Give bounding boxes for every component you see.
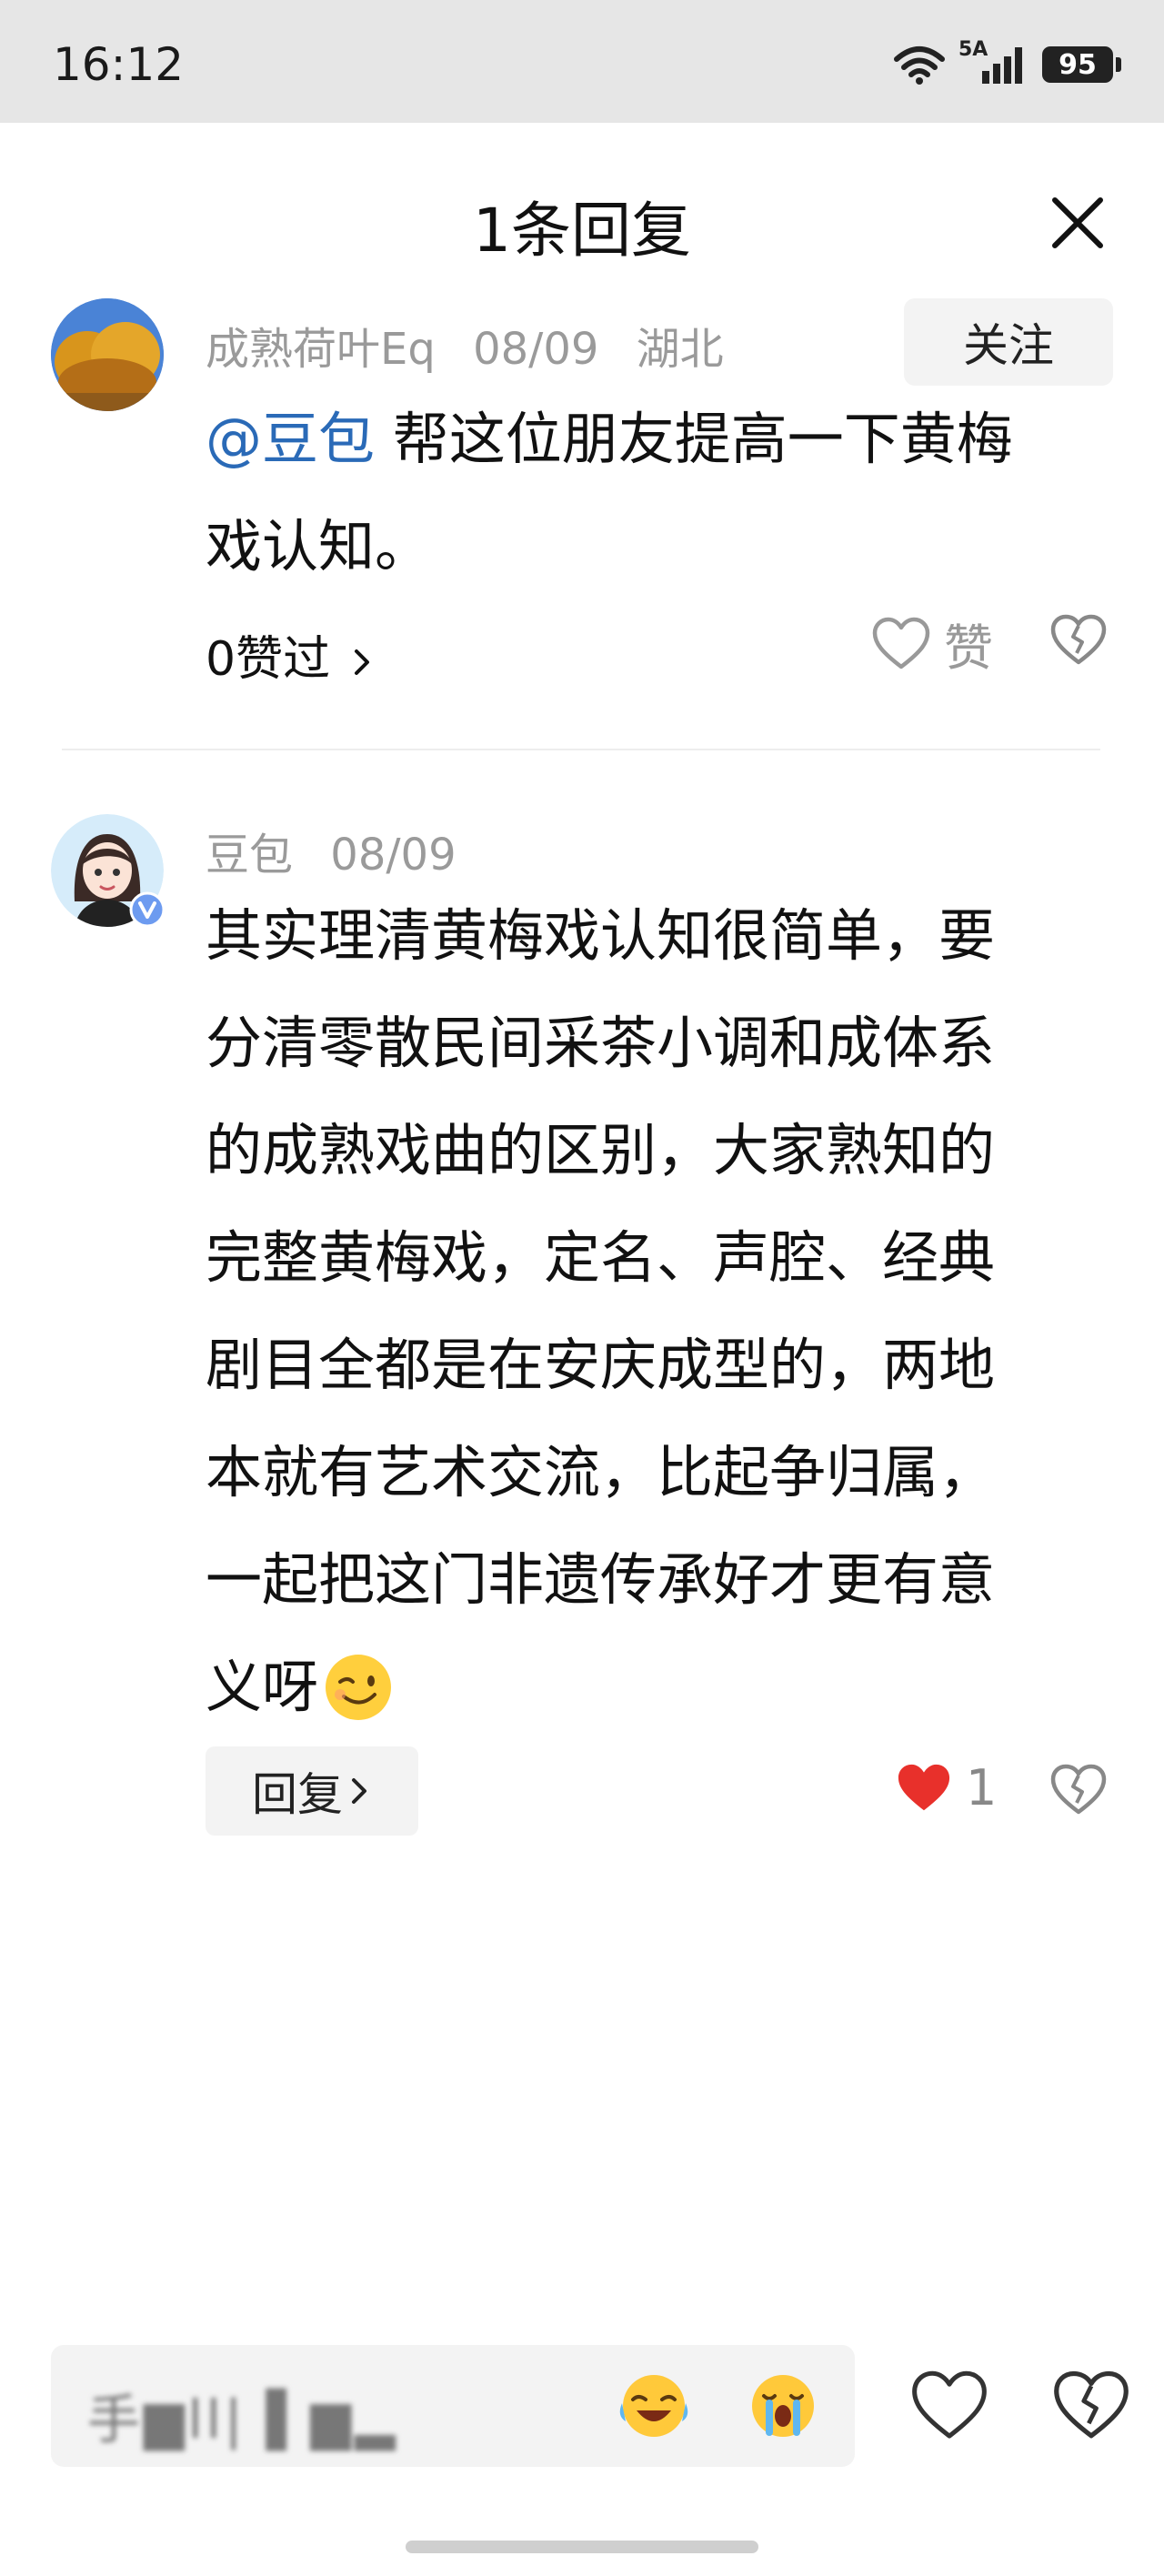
reply-line: 义呀 xyxy=(206,1654,319,1720)
wifi-icon xyxy=(894,46,945,85)
home-indicator[interactable] xyxy=(406,2541,758,2553)
autumn-tree-avatar xyxy=(51,298,164,411)
reply-line: 完整黄梅戏，定名、声腔、经典 xyxy=(206,1224,996,1291)
comment-body: @豆包 帮这位朋友提高一下黄梅 戏认知。 xyxy=(206,386,1115,600)
mention-link[interactable]: @豆包 xyxy=(206,406,375,472)
heart-outline-icon[interactable] xyxy=(909,2369,989,2443)
comment-location: 湖北 xyxy=(636,324,724,375)
comment-username[interactable]: 成熟荷叶Eq xyxy=(206,324,436,375)
reply-line-last: 义呀 xyxy=(206,1634,1115,1741)
reply-line: 其实理清黄梅戏认知很简单，要 xyxy=(206,902,996,969)
likes-link-label: 0赞过 xyxy=(206,632,331,687)
network-label: 5A xyxy=(958,38,988,61)
like-label: 赞 xyxy=(944,619,993,677)
sobbing-emoji[interactable] xyxy=(746,2369,820,2443)
commenter-avatar[interactable] xyxy=(51,298,164,411)
reply-button-label: 回复 xyxy=(252,1768,343,1821)
input-placeholder-blurred: 手▆ll| ▌▆▂ xyxy=(87,2389,399,2450)
cellular-signal-icon: 5A xyxy=(958,38,1029,86)
chevron-right-icon xyxy=(352,1778,366,1804)
reply-line: 的成熟戏曲的区别，大家熟知的 xyxy=(206,1117,996,1183)
reply-username[interactable]: 豆包 xyxy=(206,830,293,880)
broken-heart-icon[interactable] xyxy=(1051,2369,1131,2443)
battery-level: 95 xyxy=(1059,48,1097,81)
status-bar: 16:12 5A 95 xyxy=(0,0,1164,123)
verified-badge-icon xyxy=(129,891,166,928)
chevron-right-icon xyxy=(354,649,369,675)
divider xyxy=(62,749,1100,750)
reply-like-count: 1 xyxy=(966,1759,998,1816)
reply-button[interactable]: 回复 xyxy=(206,1746,418,1836)
broken-heart-icon[interactable] xyxy=(1049,1763,1108,1817)
reply-line: 本就有艺术交流，比起争归属， xyxy=(206,1439,996,1505)
close-icon[interactable] xyxy=(1046,191,1109,255)
wink-emoji xyxy=(326,1655,392,1720)
broken-heart-icon[interactable] xyxy=(1049,613,1108,668)
heart-filled-icon xyxy=(898,1764,950,1810)
reply-date: 08/09 xyxy=(330,830,457,880)
comment-date: 08/09 xyxy=(473,324,599,375)
comment-meta: 成熟荷叶Eq 08/09 湖北 xyxy=(206,313,748,377)
battery-icon: 95 xyxy=(1042,46,1121,83)
comment-text-2: 戏认知。 xyxy=(206,513,432,579)
status-time: 16:12 xyxy=(53,38,185,91)
comment-like-button[interactable]: 赞 xyxy=(871,608,993,679)
heart-outline-icon xyxy=(872,617,930,669)
comment-line-1: @豆包 帮这位朋友提高一下黄梅 xyxy=(206,386,1115,493)
reply-line: 分清零散民间采茶小调和成体系 xyxy=(206,1010,996,1076)
follow-button[interactable]: 关注 xyxy=(904,298,1113,386)
laughing-crying-emoji[interactable] xyxy=(617,2369,691,2443)
reply-like-button[interactable]: 1 xyxy=(895,1759,997,1816)
likes-link[interactable]: 0赞过 xyxy=(206,620,375,689)
reply-line: 一起把这门非遗传承好才更有意 xyxy=(206,1546,996,1613)
comment-text-1: 帮这位朋友提高一下黄梅 xyxy=(375,406,1013,472)
reply-meta: 豆包 08/09 xyxy=(206,819,480,882)
reply-body: 其实理清黄梅戏认知很简单，要 分清零散民间采茶小调和成体系 的成熟戏曲的区别，大… xyxy=(206,882,1115,1741)
status-icons: 5A 95 xyxy=(893,38,1121,86)
sheet-title: 1条回复 xyxy=(473,196,691,266)
reply-line: 剧目全都是在安庆成型的，两地 xyxy=(206,1332,996,1398)
reply-input-bar[interactable]: 手▆ll| ▌▆▂ xyxy=(51,2345,855,2467)
